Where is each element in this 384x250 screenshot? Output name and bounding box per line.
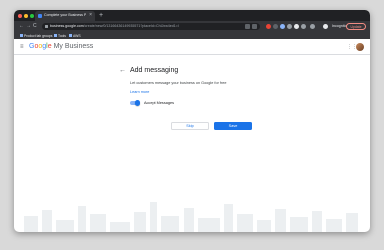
page-title: Add messaging <box>130 67 179 74</box>
bookmark-label: Tools <box>58 33 66 38</box>
extension-icon[interactable] <box>294 24 299 29</box>
browser-tab[interactable]: Complete your Business Profi × <box>35 11 95 21</box>
back-arrow-icon[interactable]: ← <box>119 67 126 75</box>
extension-icon[interactable] <box>280 24 285 29</box>
address-bar[interactable]: business.google.com/create/new/0/1316643… <box>42 23 260 30</box>
new-tab-button[interactable]: + <box>99 10 103 21</box>
menu-icon[interactable]: ≡ <box>20 44 24 50</box>
extension-icon[interactable] <box>266 24 271 29</box>
extension-icon[interactable] <box>287 24 292 29</box>
forward-nav-icon[interactable]: → <box>26 23 31 30</box>
incognito-label: Incognito <box>332 24 347 28</box>
favicon-icon <box>38 14 42 18</box>
skip-button[interactable]: Skip <box>171 122 209 130</box>
browser-toolbar: ← → C business.google.com/create/new/0/1… <box>14 21 370 32</box>
google-my-business-logo[interactable]: Google My Business <box>29 43 93 51</box>
city-skyline-illustration <box>24 202 358 232</box>
tab-title: Complete your Business Profi <box>44 12 86 17</box>
bookmark-label: AWS <box>73 33 81 38</box>
browser-window: Complete your Business Profi × + ← → C b… <box>14 10 370 232</box>
bookmarks-bar: Product lab groups Tools AWS <box>14 32 370 39</box>
url-text: business.google.com/create/new/0/1316643… <box>50 24 220 28</box>
tab-close-icon[interactable]: × <box>89 12 92 18</box>
url-domain: business.google.com <box>50 24 84 29</box>
accept-messages-toggle[interactable] <box>130 100 140 106</box>
url-path: /create/new/0/13166436149935571?placeId=… <box>83 24 179 29</box>
folder-icon <box>69 34 72 37</box>
extensions-puzzle-icon[interactable] <box>310 24 315 29</box>
reload-icon[interactable]: C <box>33 23 37 30</box>
toggle-label: Accept Messages <box>144 101 174 106</box>
minimize-window-dot[interactable] <box>24 14 28 18</box>
bookmark-item[interactable]: Product lab groups <box>20 34 52 38</box>
folder-icon <box>20 34 23 37</box>
bookmark-label: Product lab groups <box>24 33 53 38</box>
maximize-window-dot[interactable] <box>30 14 34 18</box>
incognito-icon <box>323 24 328 29</box>
avatar[interactable] <box>356 43 364 51</box>
page-description: Let customers message your business on G… <box>130 81 227 85</box>
bookmark-star-icon[interactable] <box>252 24 257 29</box>
back-nav-icon[interactable]: ← <box>19 23 24 30</box>
app-header: ≡ Google My Business ⋮⋮ <box>14 39 370 55</box>
omnibox-icons <box>245 24 257 29</box>
key-icon[interactable] <box>245 24 250 29</box>
close-window-dot[interactable] <box>18 14 22 18</box>
save-button[interactable]: Save <box>214 122 252 130</box>
bookmark-item[interactable]: AWS <box>69 34 81 38</box>
update-button[interactable]: Update <box>346 23 366 30</box>
extension-icon[interactable] <box>301 24 306 29</box>
extension-icon[interactable] <box>273 24 278 29</box>
toggle-knob <box>134 100 140 106</box>
bookmark-item[interactable]: Tools <box>54 34 66 38</box>
lock-icon <box>45 25 48 28</box>
tab-strip: Complete your Business Profi × + <box>14 10 370 21</box>
folder-icon <box>54 34 57 37</box>
learn-more-link[interactable]: Learn more <box>130 90 149 94</box>
